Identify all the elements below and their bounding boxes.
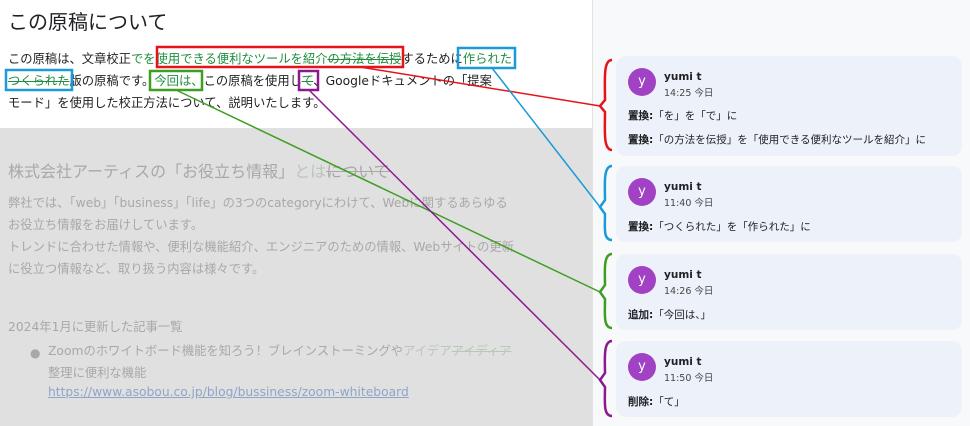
- suggestion-card[interactable]: y yumi t 14:26 今日 追加:「今回は、」: [616, 254, 962, 330]
- timestamp: 14:25 今日: [664, 88, 714, 99]
- text-segment: 株式会社アーティスの「お役立ち情報」: [8, 162, 295, 181]
- suggestion-action: 置換:「を」を「で」に: [628, 108, 737, 123]
- avatar: y: [628, 68, 656, 96]
- action-text: 「の方法を伝授」を「使用できる便利なツールを紹介」に: [653, 134, 926, 146]
- action-text: 「を」を「で」に: [653, 110, 738, 122]
- document-page: この原稿について この原稿は、文章校正でを使用できる便利なツールを紹介の方法を伝…: [0, 0, 592, 426]
- document-top: この原稿について この原稿は、文章校正でを使用できる便利なツールを紹介の方法を伝…: [0, 0, 592, 128]
- action-label: 削除:: [628, 396, 654, 408]
- text-segment: とは: [294, 162, 327, 181]
- user-name: yumi t: [664, 356, 702, 368]
- avatar: y: [628, 178, 656, 206]
- action-label: 置換:: [628, 221, 654, 233]
- suggested-deletion[interactable]: の方法を伝授: [328, 52, 402, 66]
- suggestion-action: 削除:「て」: [628, 394, 685, 409]
- suggested-deletion[interactable]: つくられた: [8, 74, 70, 88]
- suggested-insert[interactable]: で: [131, 52, 143, 66]
- faded-update-heading: 2024年1月に更新した記事一覧: [8, 320, 183, 334]
- suggestion-card[interactable]: y yumi t 14:25 今日 置換:「を」を「で」に 置換:「の方法を伝授…: [616, 56, 962, 156]
- faded-line: トレンドに合わせた情報や、便利な機能紹介、エンジニアのための情報、Webサイトの…: [8, 240, 515, 254]
- timestamp: 11:40 今日: [664, 198, 714, 209]
- action-text: 「て」: [653, 396, 685, 408]
- paragraph-line-2: つくられた版の原稿です。今回は、この原稿を使用して、Googleドキュメントの「…: [8, 70, 492, 92]
- avatar: y: [628, 266, 656, 294]
- text-segment: アイデア: [402, 344, 452, 358]
- user-name: yumi t: [664, 269, 702, 281]
- faded-line: お役立ち情報をお届けしています。: [8, 218, 204, 232]
- suggested-insert[interactable]: 今回は、: [154, 74, 203, 88]
- suggestion-card[interactable]: y yumi t 11:40 今日 置換:「つくられた」を「作られた」に: [616, 166, 962, 242]
- text-segment: アイディア: [451, 344, 512, 358]
- text-segment: 版の原稿です。: [69, 74, 155, 88]
- timestamp: 14:26 今日: [664, 286, 714, 297]
- article-link[interactable]: https://www.asobou.co.jp/blog/bussiness/…: [48, 385, 409, 399]
- suggestion-card[interactable]: y yumi t 11:50 今日 削除:「て」: [616, 341, 962, 417]
- action-text: 「今回は、」: [653, 309, 711, 321]
- suggested-deletion[interactable]: て: [302, 74, 314, 88]
- text-segment: 、Googleドキュメントの「提案: [313, 74, 492, 88]
- faded-line: 弊社では、「web」「business」「life」の3つのcategoryにわ…: [8, 196, 508, 210]
- suggested-insert[interactable]: 作られた: [463, 52, 512, 66]
- document-title: この原稿について: [8, 10, 168, 34]
- user-name: yumi t: [664, 71, 702, 83]
- bullet-icon: ●: [30, 346, 41, 360]
- action-label: 追加:: [628, 309, 654, 321]
- action-text: 「つくられた」を「作られた」に: [653, 221, 811, 233]
- suggestion-action: 追加:「今回は、」: [628, 307, 711, 322]
- faded-heading: 株式会社アーティスの「お役立ち情報」とはについて: [8, 158, 390, 182]
- text-segment: について: [326, 162, 390, 181]
- text-segment: この原稿を使用し: [203, 74, 302, 88]
- text-segment: この原稿は、文章校正: [8, 52, 131, 66]
- suggestion-action: 置換:「つくられた」を「作られた」に: [628, 219, 811, 234]
- paragraph-line-1: この原稿は、文章校正でを使用できる便利なツールを紹介の方法を伝授するために作られ…: [8, 48, 512, 70]
- faded-line: に役立つ情報など、取り扱う内容は様々です。: [8, 262, 265, 276]
- timestamp: 11:50 今日: [664, 373, 714, 384]
- avatar: y: [628, 353, 656, 381]
- text-segment: するために: [401, 52, 463, 66]
- faded-list-item: Zoomのホワイトボード機能を知ろう！ブレインストーミングやアイデアアイディア: [48, 341, 512, 359]
- action-label: 置換:: [628, 110, 654, 122]
- user-name: yumi t: [664, 181, 702, 193]
- faded-list-item-cont: 整理に便利な機能: [48, 366, 147, 380]
- suggested-insert[interactable]: を使用できる便利なツールを紹介: [143, 52, 327, 66]
- text-segment: Zoomのホワイトボード機能を知ろう！ブレインストーミングや: [48, 344, 403, 358]
- suggestion-action: 置換:「の方法を伝授」を「使用できる便利なツールを紹介」に: [628, 132, 926, 147]
- paragraph-line-3: モード」を使用した校正方法について、説明いたします。: [8, 96, 326, 110]
- action-label: 置換:: [628, 134, 654, 146]
